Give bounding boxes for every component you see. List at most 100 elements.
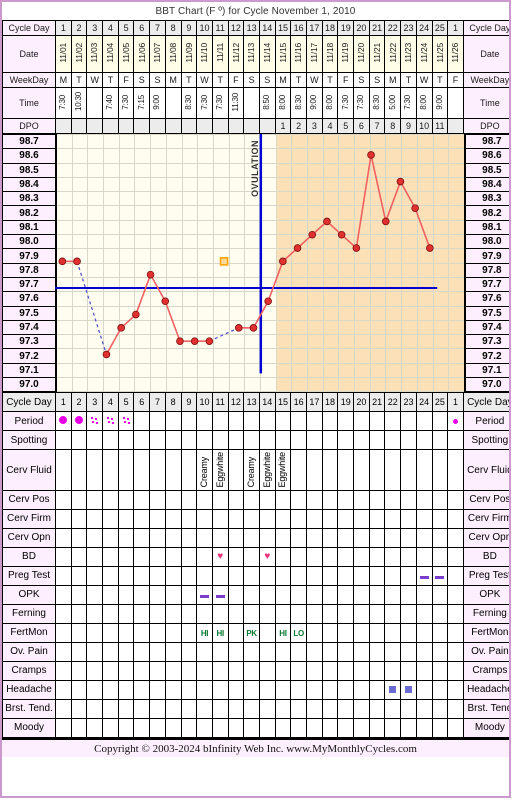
- cell-spotting-day-18[interactable]: [321, 430, 339, 451]
- cell-cerv_opn-day-7[interactable]: [149, 527, 166, 548]
- cell-cerv_pos-day-15[interactable]: [274, 489, 292, 510]
- cell-cerv_fluid-day-25[interactable]: [431, 449, 449, 491]
- cell-cerv_opn-day-1[interactable]: [447, 527, 464, 548]
- cell-cerv_opn-day-1[interactable]: [55, 527, 72, 548]
- cell-moody-day-19[interactable]: [337, 717, 355, 738]
- cell-brst_tend-day-22[interactable]: [384, 698, 402, 719]
- cell-opk-day-13[interactable]: [243, 584, 260, 605]
- cell-fertmon-day-1[interactable]: [55, 622, 72, 643]
- cell-ferning-day-12[interactable]: [227, 603, 245, 624]
- cell-opk-day-16[interactable]: [290, 584, 307, 605]
- cell-ferning-day-10[interactable]: [196, 603, 213, 624]
- cell-spotting-day-1[interactable]: [55, 430, 72, 451]
- cell-cerv_firm-day-19[interactable]: [337, 508, 355, 529]
- cell-cerv_fluid-day-20[interactable]: [353, 449, 370, 491]
- cell-cerv_firm-day-11[interactable]: [211, 508, 229, 529]
- cell-cerv_firm-day-1[interactable]: [447, 508, 464, 529]
- cell-ferning-day-19[interactable]: [337, 603, 355, 624]
- cell-brst_tend-day-10[interactable]: [196, 698, 213, 719]
- cell-cramps-day-13[interactable]: [243, 660, 260, 681]
- cell-ov_pain-day-24[interactable]: [415, 641, 433, 662]
- cell-cerv_opn-day-23[interactable]: [400, 527, 417, 548]
- cell-headache-day-3[interactable]: [86, 679, 104, 700]
- cell-preg_test-day-7[interactable]: [149, 565, 166, 586]
- cell-ov_pain-day-17[interactable]: [306, 641, 323, 662]
- cell-cramps-day-4[interactable]: [102, 660, 119, 681]
- cell-opk-day-10[interactable]: [196, 584, 213, 605]
- cell-ferning-day-8[interactable]: [164, 603, 182, 624]
- cell-ov_pain-day-21[interactable]: [368, 641, 386, 662]
- cell-preg_test-day-24[interactable]: [415, 565, 433, 586]
- cell-cerv_firm-day-18[interactable]: [321, 508, 339, 529]
- cell-ov_pain-day-8[interactable]: [164, 641, 182, 662]
- cell-fertmon-day-3[interactable]: [86, 622, 104, 643]
- cell-cerv_pos-day-25[interactable]: [431, 489, 449, 510]
- cell-bd-day-16[interactable]: [290, 546, 307, 567]
- cell-moody-day-9[interactable]: [180, 717, 198, 738]
- cell-bd-day-15[interactable]: [274, 546, 292, 567]
- cell-fertmon-day-19[interactable]: [337, 622, 355, 643]
- cell-cerv_opn-day-15[interactable]: [274, 527, 292, 548]
- cell-brst_tend-day-5[interactable]: [117, 698, 135, 719]
- cell-cerv_opn-day-18[interactable]: [321, 527, 339, 548]
- cell-preg_test-day-25[interactable]: [431, 565, 449, 586]
- cell-cerv_fluid-day-11[interactable]: Eggwhite: [211, 449, 229, 491]
- cell-cramps-day-9[interactable]: [180, 660, 198, 681]
- cell-bd-day-21[interactable]: [368, 546, 386, 567]
- cell-ferning-day-6[interactable]: [133, 603, 151, 624]
- cell-bd-day-7[interactable]: [149, 546, 166, 567]
- cell-ferning-day-14[interactable]: [258, 603, 276, 624]
- cell-cerv_fluid-day-24[interactable]: [415, 449, 433, 491]
- cell-cerv_pos-day-10[interactable]: [196, 489, 213, 510]
- cell-brst_tend-day-14[interactable]: [258, 698, 276, 719]
- cell-period-day-15[interactable]: [274, 411, 292, 432]
- cell-ov_pain-day-19[interactable]: [337, 641, 355, 662]
- cell-fertmon-day-15[interactable]: HI: [274, 622, 292, 643]
- cell-brst_tend-day-25[interactable]: [431, 698, 449, 719]
- cell-bd-day-20[interactable]: [353, 546, 370, 567]
- cell-cerv_fluid-day-6[interactable]: [133, 449, 151, 491]
- cell-moody-day-4[interactable]: [102, 717, 119, 738]
- cell-spotting-day-4[interactable]: [102, 430, 119, 451]
- cell-preg_test-day-13[interactable]: [243, 565, 260, 586]
- cell-cerv_opn-day-6[interactable]: [133, 527, 151, 548]
- cell-cerv_fluid-day-4[interactable]: [102, 449, 119, 491]
- cell-period-day-23[interactable]: [400, 411, 417, 432]
- cell-headache-day-11[interactable]: [211, 679, 229, 700]
- cell-cerv_opn-day-3[interactable]: [86, 527, 104, 548]
- cell-cerv_pos-day-23[interactable]: [400, 489, 417, 510]
- cell-bd-day-1[interactable]: [447, 546, 464, 567]
- cell-moody-day-16[interactable]: [290, 717, 307, 738]
- cell-ov_pain-day-13[interactable]: [243, 641, 260, 662]
- cell-moody-day-12[interactable]: [227, 717, 245, 738]
- cell-ferning-day-3[interactable]: [86, 603, 104, 624]
- cell-cerv_firm-day-22[interactable]: [384, 508, 402, 529]
- cell-cerv_opn-day-17[interactable]: [306, 527, 323, 548]
- cell-ferning-day-22[interactable]: [384, 603, 402, 624]
- cell-cerv_pos-day-1[interactable]: [55, 489, 72, 510]
- cell-cerv_opn-day-2[interactable]: [70, 527, 88, 548]
- cell-fertmon-day-9[interactable]: [180, 622, 198, 643]
- cell-brst_tend-day-20[interactable]: [353, 698, 370, 719]
- cell-opk-day-3[interactable]: [86, 584, 104, 605]
- cell-cramps-day-25[interactable]: [431, 660, 449, 681]
- cell-bd-day-8[interactable]: [164, 546, 182, 567]
- cell-cerv_firm-day-3[interactable]: [86, 508, 104, 529]
- cell-headache-day-15[interactable]: [274, 679, 292, 700]
- cell-period-day-5[interactable]: [117, 411, 135, 432]
- cell-cerv_firm-day-10[interactable]: [196, 508, 213, 529]
- cell-brst_tend-day-8[interactable]: [164, 698, 182, 719]
- cell-cerv_fluid-day-9[interactable]: [180, 449, 198, 491]
- cell-period-day-10[interactable]: [196, 411, 213, 432]
- cell-period-day-8[interactable]: [164, 411, 182, 432]
- cell-preg_test-day-15[interactable]: [274, 565, 292, 586]
- cell-cerv_firm-day-7[interactable]: [149, 508, 166, 529]
- cell-ferning-day-2[interactable]: [70, 603, 88, 624]
- cell-period-day-25[interactable]: [431, 411, 449, 432]
- cell-ferning-day-23[interactable]: [400, 603, 417, 624]
- cell-moody-day-8[interactable]: [164, 717, 182, 738]
- cell-brst_tend-day-21[interactable]: [368, 698, 386, 719]
- cell-cramps-day-12[interactable]: [227, 660, 245, 681]
- cell-cerv_pos-day-6[interactable]: [133, 489, 151, 510]
- cell-opk-day-5[interactable]: [117, 584, 135, 605]
